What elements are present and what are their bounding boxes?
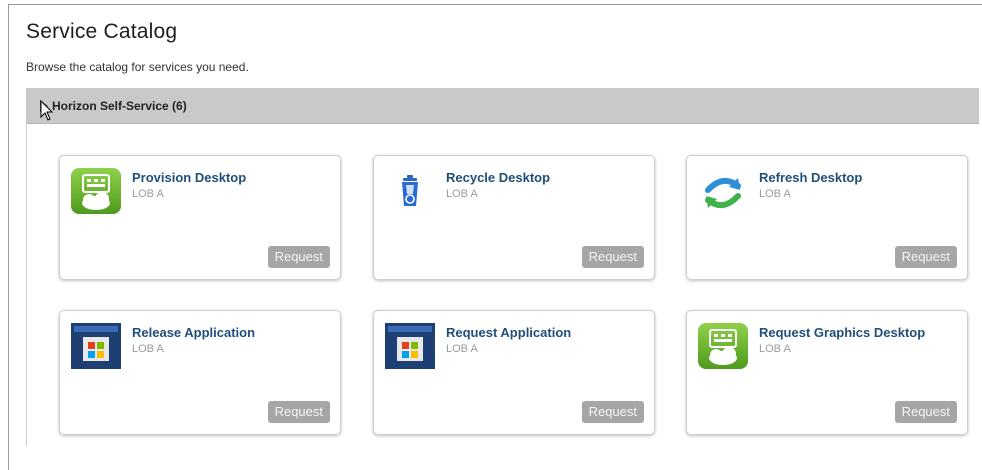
card-title[interactable]: Release Application <box>132 325 255 340</box>
card-subtitle: LOB A <box>132 343 164 355</box>
card-title[interactable]: Recycle Desktop <box>446 170 550 185</box>
page-title: Service Catalog <box>26 20 178 43</box>
request-button[interactable]: Request <box>894 401 957 423</box>
request-button[interactable]: Request <box>267 401 330 423</box>
card-title[interactable]: Request Application <box>446 325 571 340</box>
desktop-cloud-icon <box>71 168 121 214</box>
request-button[interactable]: Request <box>581 401 644 423</box>
catalog-group-header[interactable]: Horizon Self-Service (6) <box>26 88 979 124</box>
card-subtitle: LOB A <box>759 188 791 200</box>
card-title[interactable]: Refresh Desktop <box>759 170 862 185</box>
page-subtitle: Browse the catalog for services you need… <box>26 60 249 74</box>
mouse-cursor-icon <box>40 100 54 121</box>
recycle-bin-icon <box>402 175 418 206</box>
card-subtitle: LOB A <box>759 343 791 355</box>
service-card-provision-desktop[interactable]: Provision Desktop LOB A Request <box>59 155 341 280</box>
card-subtitle: LOB A <box>132 188 164 200</box>
application-icon <box>385 323 435 369</box>
service-card-release-application[interactable]: Release Application LOB A Request <box>59 310 341 435</box>
desktop-cloud-icon <box>698 323 748 369</box>
request-button[interactable]: Request <box>581 246 644 268</box>
card-subtitle: LOB A <box>446 188 478 200</box>
request-button[interactable]: Request <box>894 246 957 268</box>
card-subtitle: LOB A <box>446 343 478 355</box>
request-button[interactable]: Request <box>267 246 330 268</box>
card-title[interactable]: Provision Desktop <box>132 170 246 185</box>
service-card-recycle-desktop[interactable]: Recycle Desktop LOB A Request <box>373 155 655 280</box>
service-card-request-graphics-desktop[interactable]: Request Graphics Desktop LOB A Request <box>686 310 968 435</box>
service-card-request-application[interactable]: Request Application LOB A Request <box>373 310 655 435</box>
service-card-refresh-desktop[interactable]: Refresh Desktop LOB A Request <box>686 155 968 280</box>
card-title[interactable]: Request Graphics Desktop <box>759 325 925 340</box>
refresh-icon <box>705 177 741 209</box>
catalog-group-title: Horizon Self-Service (6) <box>52 99 187 113</box>
application-icon <box>71 323 121 369</box>
